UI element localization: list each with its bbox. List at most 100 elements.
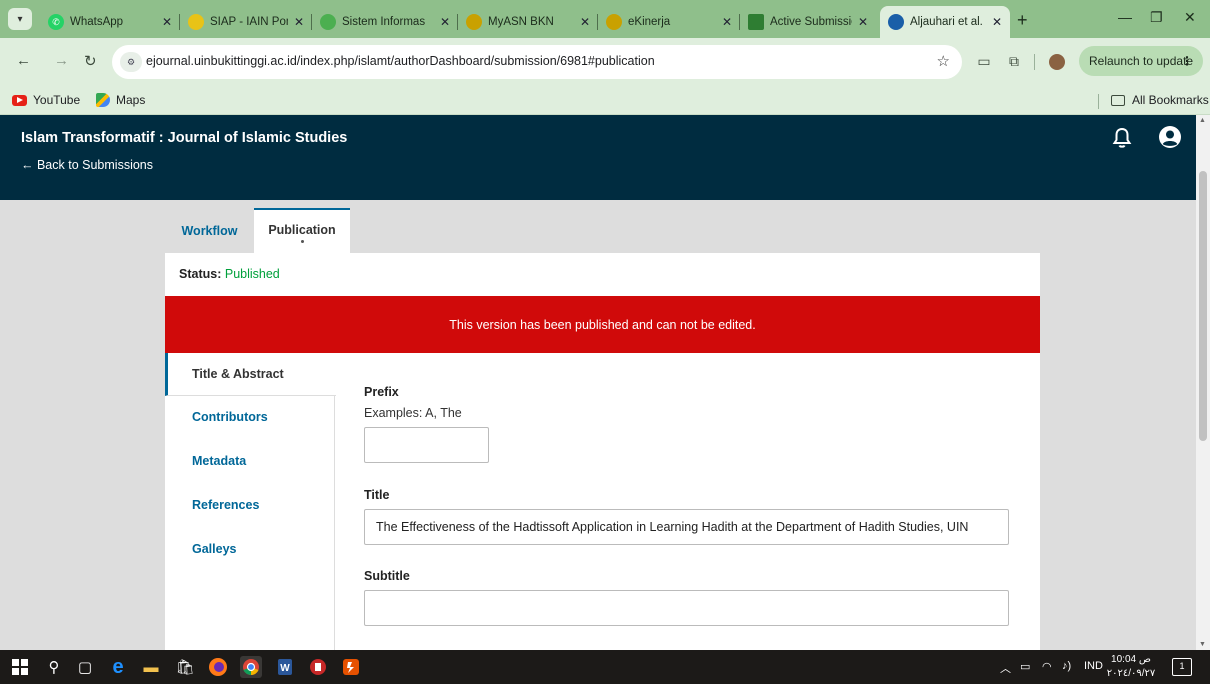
browser-tab-ekinerja[interactable]: eKinerja ✕: [598, 6, 740, 38]
word-icon[interactable]: W: [274, 656, 296, 678]
browser-toolbar: ← → ↻ ⚙ ejournal.uinbukittinggi.ac.id/in…: [0, 38, 1210, 88]
clock[interactable]: 10:04 ص ٢٠٢٤/٠٩/٢٧: [1106, 653, 1156, 681]
browser-tab-whatsapp[interactable]: ✆ WhatsApp ✕: [40, 6, 180, 38]
chrome-icon[interactable]: [240, 656, 262, 678]
all-bookmarks-label: All Bookmarks: [1132, 93, 1209, 107]
menu-galleys[interactable]: Galleys: [165, 528, 335, 571]
close-tab-icon[interactable]: ✕: [992, 15, 1002, 29]
notifications-icon[interactable]: 1: [1172, 658, 1192, 676]
prefix-label: Prefix: [364, 385, 399, 399]
new-tab-icon[interactable]: +: [1017, 10, 1028, 31]
tab-title: Active Submissio: [770, 16, 852, 28]
close-tab-icon[interactable]: ✕: [294, 15, 304, 29]
page-viewport: Islam Transformatif : Journal of Islamic…: [0, 115, 1196, 650]
close-tab-icon[interactable]: ✕: [858, 15, 868, 29]
volume-icon[interactable]: ♪): [1062, 660, 1071, 672]
minimize-icon[interactable]: —: [1118, 9, 1132, 25]
tab-workflow[interactable]: Workflow: [165, 208, 254, 253]
title-label: Title: [364, 488, 390, 502]
scroll-down-icon[interactable]: ▼: [1199, 641, 1206, 648]
windows-start-icon[interactable]: [9, 656, 31, 678]
myasn-icon: [466, 14, 482, 30]
page-scrollbar[interactable]: ▲ ▼: [1196, 115, 1210, 650]
scroll-up-icon[interactable]: ▲: [1199, 117, 1206, 124]
title-input[interactable]: The Effectiveness of the Hadtissoft Appl…: [364, 509, 1009, 545]
restore-icon[interactable]: ❐: [1150, 9, 1163, 26]
tab-title: SIAP - IAIN Ponc: [210, 16, 288, 28]
extensions-icon[interactable]: ⧉: [1006, 53, 1022, 69]
close-tab-icon[interactable]: ✕: [580, 15, 590, 29]
scrollbar-thumb[interactable]: [1199, 171, 1207, 441]
menu-dots-icon: ⋮: [1181, 54, 1193, 68]
status-label: Status:: [179, 267, 222, 281]
language-indicator[interactable]: IND: [1084, 660, 1103, 672]
reading-mode-icon[interactable]: ▭: [976, 53, 992, 69]
ojs-journal-icon: [888, 14, 904, 30]
all-bookmarks-button[interactable]: All Bookmarks: [1111, 93, 1209, 107]
menu-contributors[interactable]: Contributors: [165, 396, 335, 439]
tab-search-button[interactable]: ▾: [8, 8, 32, 30]
svg-text:W: W: [280, 663, 290, 674]
show-hidden-icons[interactable]: ︿: [1000, 660, 1011, 676]
ojs-icon: [748, 14, 764, 30]
tab-title: WhatsApp: [70, 16, 124, 28]
notification-count: 1: [1179, 661, 1185, 671]
app-red-icon[interactable]: [307, 656, 329, 678]
profile-avatar[interactable]: [1049, 54, 1065, 70]
menu-references[interactable]: References: [165, 484, 335, 527]
forward-arrow-icon[interactable]: →: [54, 52, 69, 69]
browser-tab-current[interactable]: Aljauhari et al. | ✕: [880, 6, 1010, 38]
browser-tab-myasn[interactable]: MyASN BKN ✕: [458, 6, 598, 38]
browser-tab-active-submissions[interactable]: Active Submissio ✕: [740, 6, 876, 38]
user-account-icon[interactable]: [1158, 125, 1182, 149]
menu-metadata[interactable]: Metadata: [165, 440, 335, 483]
browser-tab-strip: ▾ ✆ WhatsApp ✕ SIAP - IAIN Ponc ✕ Sistem…: [0, 0, 1210, 38]
browser-tab-siap[interactable]: SIAP - IAIN Ponc ✕: [180, 6, 312, 38]
bookmarks-bar: YouTube Maps All Bookmarks: [0, 88, 1210, 115]
reload-icon[interactable]: ↻: [84, 52, 97, 70]
active-tab-dot: [300, 240, 304, 243]
close-window-icon[interactable]: ✕: [1184, 9, 1196, 26]
battery-icon[interactable]: ▭: [1020, 660, 1030, 673]
relaunch-button[interactable]: Relaunch to update ⋮: [1079, 46, 1203, 76]
relaunch-label: Relaunch to update: [1089, 54, 1194, 68]
back-to-submissions-link[interactable]: ← Back to Submissions: [21, 158, 153, 172]
edge-icon[interactable]: e: [107, 656, 129, 678]
close-tab-icon[interactable]: ✕: [162, 15, 172, 29]
address-bar[interactable]: ⚙ ejournal.uinbukittinggi.ac.id/index.ph…: [112, 45, 962, 79]
close-tab-icon[interactable]: ✕: [722, 15, 732, 29]
file-explorer-icon[interactable]: ▬: [140, 656, 162, 678]
close-tab-icon[interactable]: ✕: [440, 15, 450, 29]
app-orange-icon[interactable]: [340, 656, 362, 678]
browser-tab-sistem-informasi[interactable]: Sistem Informas ✕: [312, 6, 458, 38]
notifications-bell-icon[interactable]: [1112, 127, 1132, 149]
bookmark-label: YouTube: [33, 93, 81, 107]
prefix-hint: Examples: A, The: [364, 406, 462, 420]
tab-publication-label: Publication: [268, 223, 336, 237]
site-info-icon[interactable]: ⚙: [120, 52, 142, 72]
tab-title: MyASN BKN: [488, 16, 554, 28]
bookmark-youtube[interactable]: YouTube: [12, 93, 80, 107]
store-icon[interactable]: 🛍: [174, 656, 196, 678]
firefox-icon[interactable]: [207, 656, 229, 678]
tab-title: Sistem Informas: [342, 16, 426, 28]
tab-publication[interactable]: Publication: [254, 208, 350, 253]
back-arrow-icon[interactable]: ←: [16, 52, 31, 69]
ekinerja-icon: [606, 14, 622, 30]
bookmark-maps[interactable]: Maps: [96, 93, 145, 107]
tab-title: eKinerja: [628, 16, 671, 28]
url-text[interactable]: ejournal.uinbukittinggi.ac.id/index.php/…: [146, 54, 655, 68]
journal-title[interactable]: Islam Transformatif : Journal of Islamic…: [21, 130, 347, 146]
wifi-icon[interactable]: ◠: [1042, 660, 1052, 673]
toolbar-divider: [1034, 54, 1035, 70]
prefix-input[interactable]: [364, 427, 489, 463]
subtitle-input[interactable]: [364, 590, 1009, 626]
bookmark-star-icon[interactable]: ☆: [937, 52, 950, 70]
maps-icon: [96, 93, 110, 107]
task-view-icon[interactable]: ▢: [74, 656, 96, 678]
subtitle-label: Subtitle: [364, 569, 410, 583]
bookmark-label: Maps: [116, 93, 146, 107]
menu-title-abstract[interactable]: Title & Abstract: [165, 353, 336, 396]
search-icon[interactable]: ⚲: [43, 656, 65, 678]
clock-date: ٢٠٢٤/٠٩/٢٧: [1106, 668, 1156, 679]
